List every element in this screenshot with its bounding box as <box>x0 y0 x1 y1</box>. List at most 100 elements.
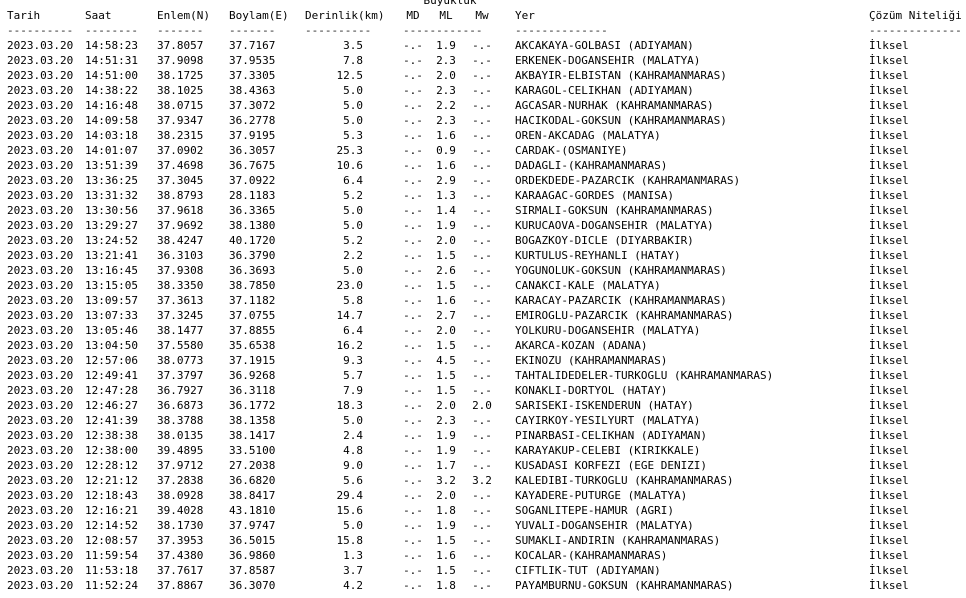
cell-date: 2023.03.20 <box>7 129 74 142</box>
cell-md: -.- <box>403 54 423 67</box>
cell-time: 12:21:12 <box>85 474 138 487</box>
cell-md: -.- <box>403 549 423 562</box>
cell-lat: 37.9347 <box>157 114 204 127</box>
cell-lat: 37.7617 <box>157 564 204 577</box>
cell-depth: 5.6 <box>343 474 363 487</box>
cell-md: -.- <box>403 249 423 262</box>
cell-depth: 7.8 <box>343 54 363 67</box>
cell-ml: 2.7 <box>436 309 456 322</box>
cell-depth: 9.3 <box>343 354 363 367</box>
cell-lon: 33.5100 <box>229 444 276 457</box>
cell-solution: İlksel <box>869 294 909 307</box>
magnitude-group-row: Büyüklük <box>7 0 477 8</box>
cell-md: -.- <box>403 369 423 382</box>
cell-md: -.- <box>403 534 423 547</box>
cell-mw: -.- <box>472 39 492 52</box>
cell-ml: 1.5 <box>436 564 456 577</box>
cell-time: 13:21:41 <box>85 249 138 262</box>
cell-time: 13:51:39 <box>85 159 138 172</box>
cell-lon: 36.1772 <box>229 399 276 412</box>
cell-time: 13:31:32 <box>85 189 138 202</box>
cell-mw: -.- <box>472 279 492 292</box>
cell-depth: 2.2 <box>343 249 363 262</box>
cell-solution: İlksel <box>869 579 909 592</box>
cell-lon: 38.1380 <box>229 219 276 232</box>
cell-date: 2023.03.20 <box>7 519 74 532</box>
cell-location: CARDAK-(OSMANIYE) <box>515 144 628 157</box>
cell-solution: İlksel <box>869 69 909 82</box>
cell-depth: 14.7 <box>336 309 364 322</box>
cell-location: SOGANLITEPE-HAMUR (AGRI) <box>515 504 674 517</box>
cell-lon: 37.8587 <box>229 564 276 577</box>
cell-depth: 5.0 <box>343 519 363 532</box>
cell-solution: İlksel <box>869 204 909 217</box>
cell-date: 2023.03.20 <box>7 474 74 487</box>
cell-location: KARAYAKUP-CELEBI (KIRIKKALE) <box>515 444 701 457</box>
cell-md: -.- <box>403 159 423 172</box>
cell-lon: 37.9195 <box>229 129 276 142</box>
cell-date: 2023.03.20 <box>7 279 74 292</box>
cell-time: 13:24:52 <box>85 234 138 247</box>
cell-lat: 37.0902 <box>157 144 204 157</box>
column-header-row: Tarih Saat Enlem(N) Boylam(E) Derinlik(k… <box>7 8 962 23</box>
cell-mw: -.- <box>472 84 492 97</box>
cell-location: YOGUNOLUK-GOKSUN (KAHRAMANMARAS) <box>515 264 727 277</box>
cell-location: AKCAKAYA-GOLBASI (ADIYAMAN) <box>515 39 694 52</box>
cell-lon: 37.9747 <box>229 519 276 532</box>
cell-solution: İlksel <box>869 489 909 502</box>
cell-depth: 6.4 <box>343 324 363 337</box>
cell-solution: İlksel <box>869 549 909 562</box>
cell-location: AGCASAR-NURHAK (KAHRAMANMARAS) <box>515 99 714 112</box>
cell-ml: 1.6 <box>436 159 456 172</box>
cell-depth: 3.7 <box>343 564 363 577</box>
cell-lat: 39.4895 <box>157 444 204 457</box>
cell-date: 2023.03.20 <box>7 549 74 562</box>
cell-md: -.- <box>403 474 423 487</box>
cell-ml: 1.5 <box>436 249 456 262</box>
cell-ml: 1.5 <box>436 339 456 352</box>
cell-lat: 38.1477 <box>157 324 204 337</box>
cell-lat: 38.0135 <box>157 429 204 442</box>
cell-location: SIRMALI-GOKSUN (KAHRAMANMARAS) <box>515 204 714 217</box>
cell-time: 12:47:28 <box>85 384 138 397</box>
separator-date: ---------- <box>7 24 74 37</box>
cell-ml: 1.6 <box>436 294 456 307</box>
cell-lat: 37.8057 <box>157 39 204 52</box>
cell-location: AKBAYIR-ELBISTAN (KAHRAMANMARAS) <box>515 69 727 82</box>
cell-lon: 37.8855 <box>229 324 276 337</box>
cell-mw: -.- <box>472 354 492 367</box>
cell-md: -.- <box>403 234 423 247</box>
cell-mw: -.- <box>472 189 492 202</box>
cell-lon: 27.2038 <box>229 459 276 472</box>
cell-location: KAYADERE-PUTURGE (MALATYA) <box>515 489 688 502</box>
cell-lon: 36.9860 <box>229 549 276 562</box>
cell-date: 2023.03.20 <box>7 444 74 457</box>
cell-ml: 2.0 <box>436 324 456 337</box>
header-date: Tarih <box>7 9 41 22</box>
cell-date: 2023.03.20 <box>7 54 74 67</box>
cell-date: 2023.03.20 <box>7 174 74 187</box>
cell-time: 13:30:56 <box>85 204 138 217</box>
cell-ml: 1.5 <box>436 369 456 382</box>
cell-location: SARISEKI-ISKENDERUN (HATAY) <box>515 399 694 412</box>
cell-location: YOLKURU-DOGANSEHIR (MALATYA) <box>515 324 701 337</box>
cell-ml: 2.9 <box>436 174 456 187</box>
cell-location: CANAKCI-KALE (MALATYA) <box>515 279 661 292</box>
cell-md: -.- <box>403 189 423 202</box>
cell-md: -.- <box>403 114 423 127</box>
cell-md: -.- <box>403 129 423 142</box>
cell-location: EMIROGLU-PAZARCIK (KAHRAMANMARAS) <box>515 309 734 322</box>
cell-lon: 38.1358 <box>229 414 276 427</box>
cell-ml: 2.3 <box>436 84 456 97</box>
cell-md: -.- <box>403 204 423 217</box>
cell-solution: İlksel <box>869 564 909 577</box>
cell-mw: -.- <box>472 459 492 472</box>
cell-solution: İlksel <box>869 189 909 202</box>
cell-time: 13:04:50 <box>85 339 138 352</box>
cell-location: ERKENEK-DOGANSEHIR (MALATYA) <box>515 54 701 67</box>
cell-mw: -.- <box>472 144 492 157</box>
cell-lon: 35.6538 <box>229 339 276 352</box>
header-depth: Derinlik(km) <box>305 9 385 22</box>
cell-ml: 3.2 <box>436 474 456 487</box>
cell-lon: 36.3057 <box>229 144 276 157</box>
